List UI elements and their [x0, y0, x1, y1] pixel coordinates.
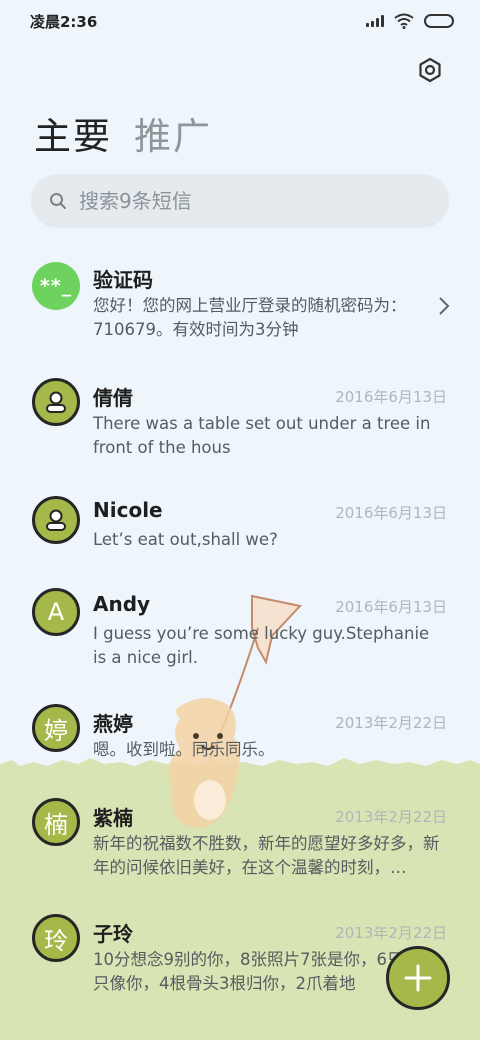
sender-name: 燕婷	[93, 712, 133, 736]
avatar-initial: 婷	[44, 716, 68, 745]
message-date: 2016年6月13日	[335, 504, 447, 522]
avatar: **_	[32, 262, 80, 310]
message-date: 2013年2月22日	[335, 924, 447, 942]
settings-button[interactable]	[416, 56, 444, 84]
message-item[interactable]: **_ 验证码 您好！您的网上营业厅登录的随机密码为：710679。有效时间为3…	[0, 254, 480, 354]
message-preview: There was a table set out under a tree i…	[93, 414, 431, 457]
chevron-right-icon	[439, 297, 450, 315]
avatar: 楠	[32, 798, 80, 846]
message-date: 2013年2月22日	[335, 808, 447, 826]
sender-name: 倩倩	[93, 386, 133, 410]
status-icons	[366, 13, 454, 29]
avatar	[32, 496, 80, 544]
search-icon	[50, 193, 66, 209]
message-item[interactable]: 倩倩 2016年6月13日 There was a table set out …	[0, 372, 480, 472]
status-time: 凌晨2:36	[30, 12, 98, 31]
signal-icon	[366, 15, 384, 27]
message-item[interactable]: Nicole 2016年6月13日 Let’s eat out,shall we…	[0, 490, 480, 570]
tab-promotions[interactable]: 推广	[134, 106, 212, 160]
message-preview: 您好！您的网上营业厅登录的随机密码为：710679。有效时间为3分钟	[93, 296, 407, 339]
sender-name: Nicole	[93, 498, 163, 522]
tab-primary[interactable]: 主要	[34, 106, 112, 160]
avatar-initial: A	[47, 598, 65, 626]
avatar-initial: **_	[39, 275, 73, 297]
compose-button[interactable]	[386, 946, 450, 1010]
message-preview: Let’s eat out,shall we?	[93, 530, 278, 549]
message-item[interactable]: A Andy 2016年6月13日 I guess you’re some lu…	[0, 584, 480, 684]
person-icon	[46, 509, 66, 531]
avatar: 玲	[32, 914, 80, 962]
gear-icon	[419, 57, 441, 83]
sender-name: Andy	[93, 592, 151, 616]
avatar	[32, 378, 80, 426]
message-date: 2016年6月13日	[335, 388, 447, 406]
search-bar[interactable]	[31, 174, 449, 228]
search-input[interactable]	[79, 189, 419, 213]
sender-name: 紫楠	[93, 806, 133, 830]
status-bar: 凌晨2:36	[0, 0, 480, 42]
tab-bar: 主要 推广	[34, 106, 212, 160]
person-icon	[46, 391, 66, 413]
message-preview: 新年的祝福数不胜数，新年的愿望好多好多，新年的问候依旧美好，在这个温馨的时刻，…	[93, 834, 440, 877]
message-preview: 嗯。收到啦。同乐同乐。	[93, 740, 275, 759]
avatar: 婷	[32, 704, 80, 752]
message-item[interactable]: 婷 燕婷 2013年2月22日 嗯。收到啦。同乐同乐。	[0, 700, 480, 780]
sender-name: 子玲	[93, 922, 133, 946]
message-item[interactable]: 楠 紫楠 2013年2月22日 新年的祝福数不胜数，新年的愿望好多好多，新年的问…	[0, 794, 480, 894]
avatar: A	[32, 588, 80, 636]
avatar-initial: 玲	[44, 926, 68, 955]
message-date: 2013年2月22日	[335, 714, 447, 732]
message-date: 2016年6月13日	[335, 598, 447, 616]
plus-icon	[404, 964, 432, 992]
battery-icon	[424, 14, 454, 28]
sender-name: 验证码	[93, 268, 153, 292]
message-preview: I guess you’re some lucky guy.Stephanie …	[93, 624, 430, 667]
wifi-icon	[394, 13, 414, 29]
avatar-initial: 楠	[44, 810, 68, 839]
